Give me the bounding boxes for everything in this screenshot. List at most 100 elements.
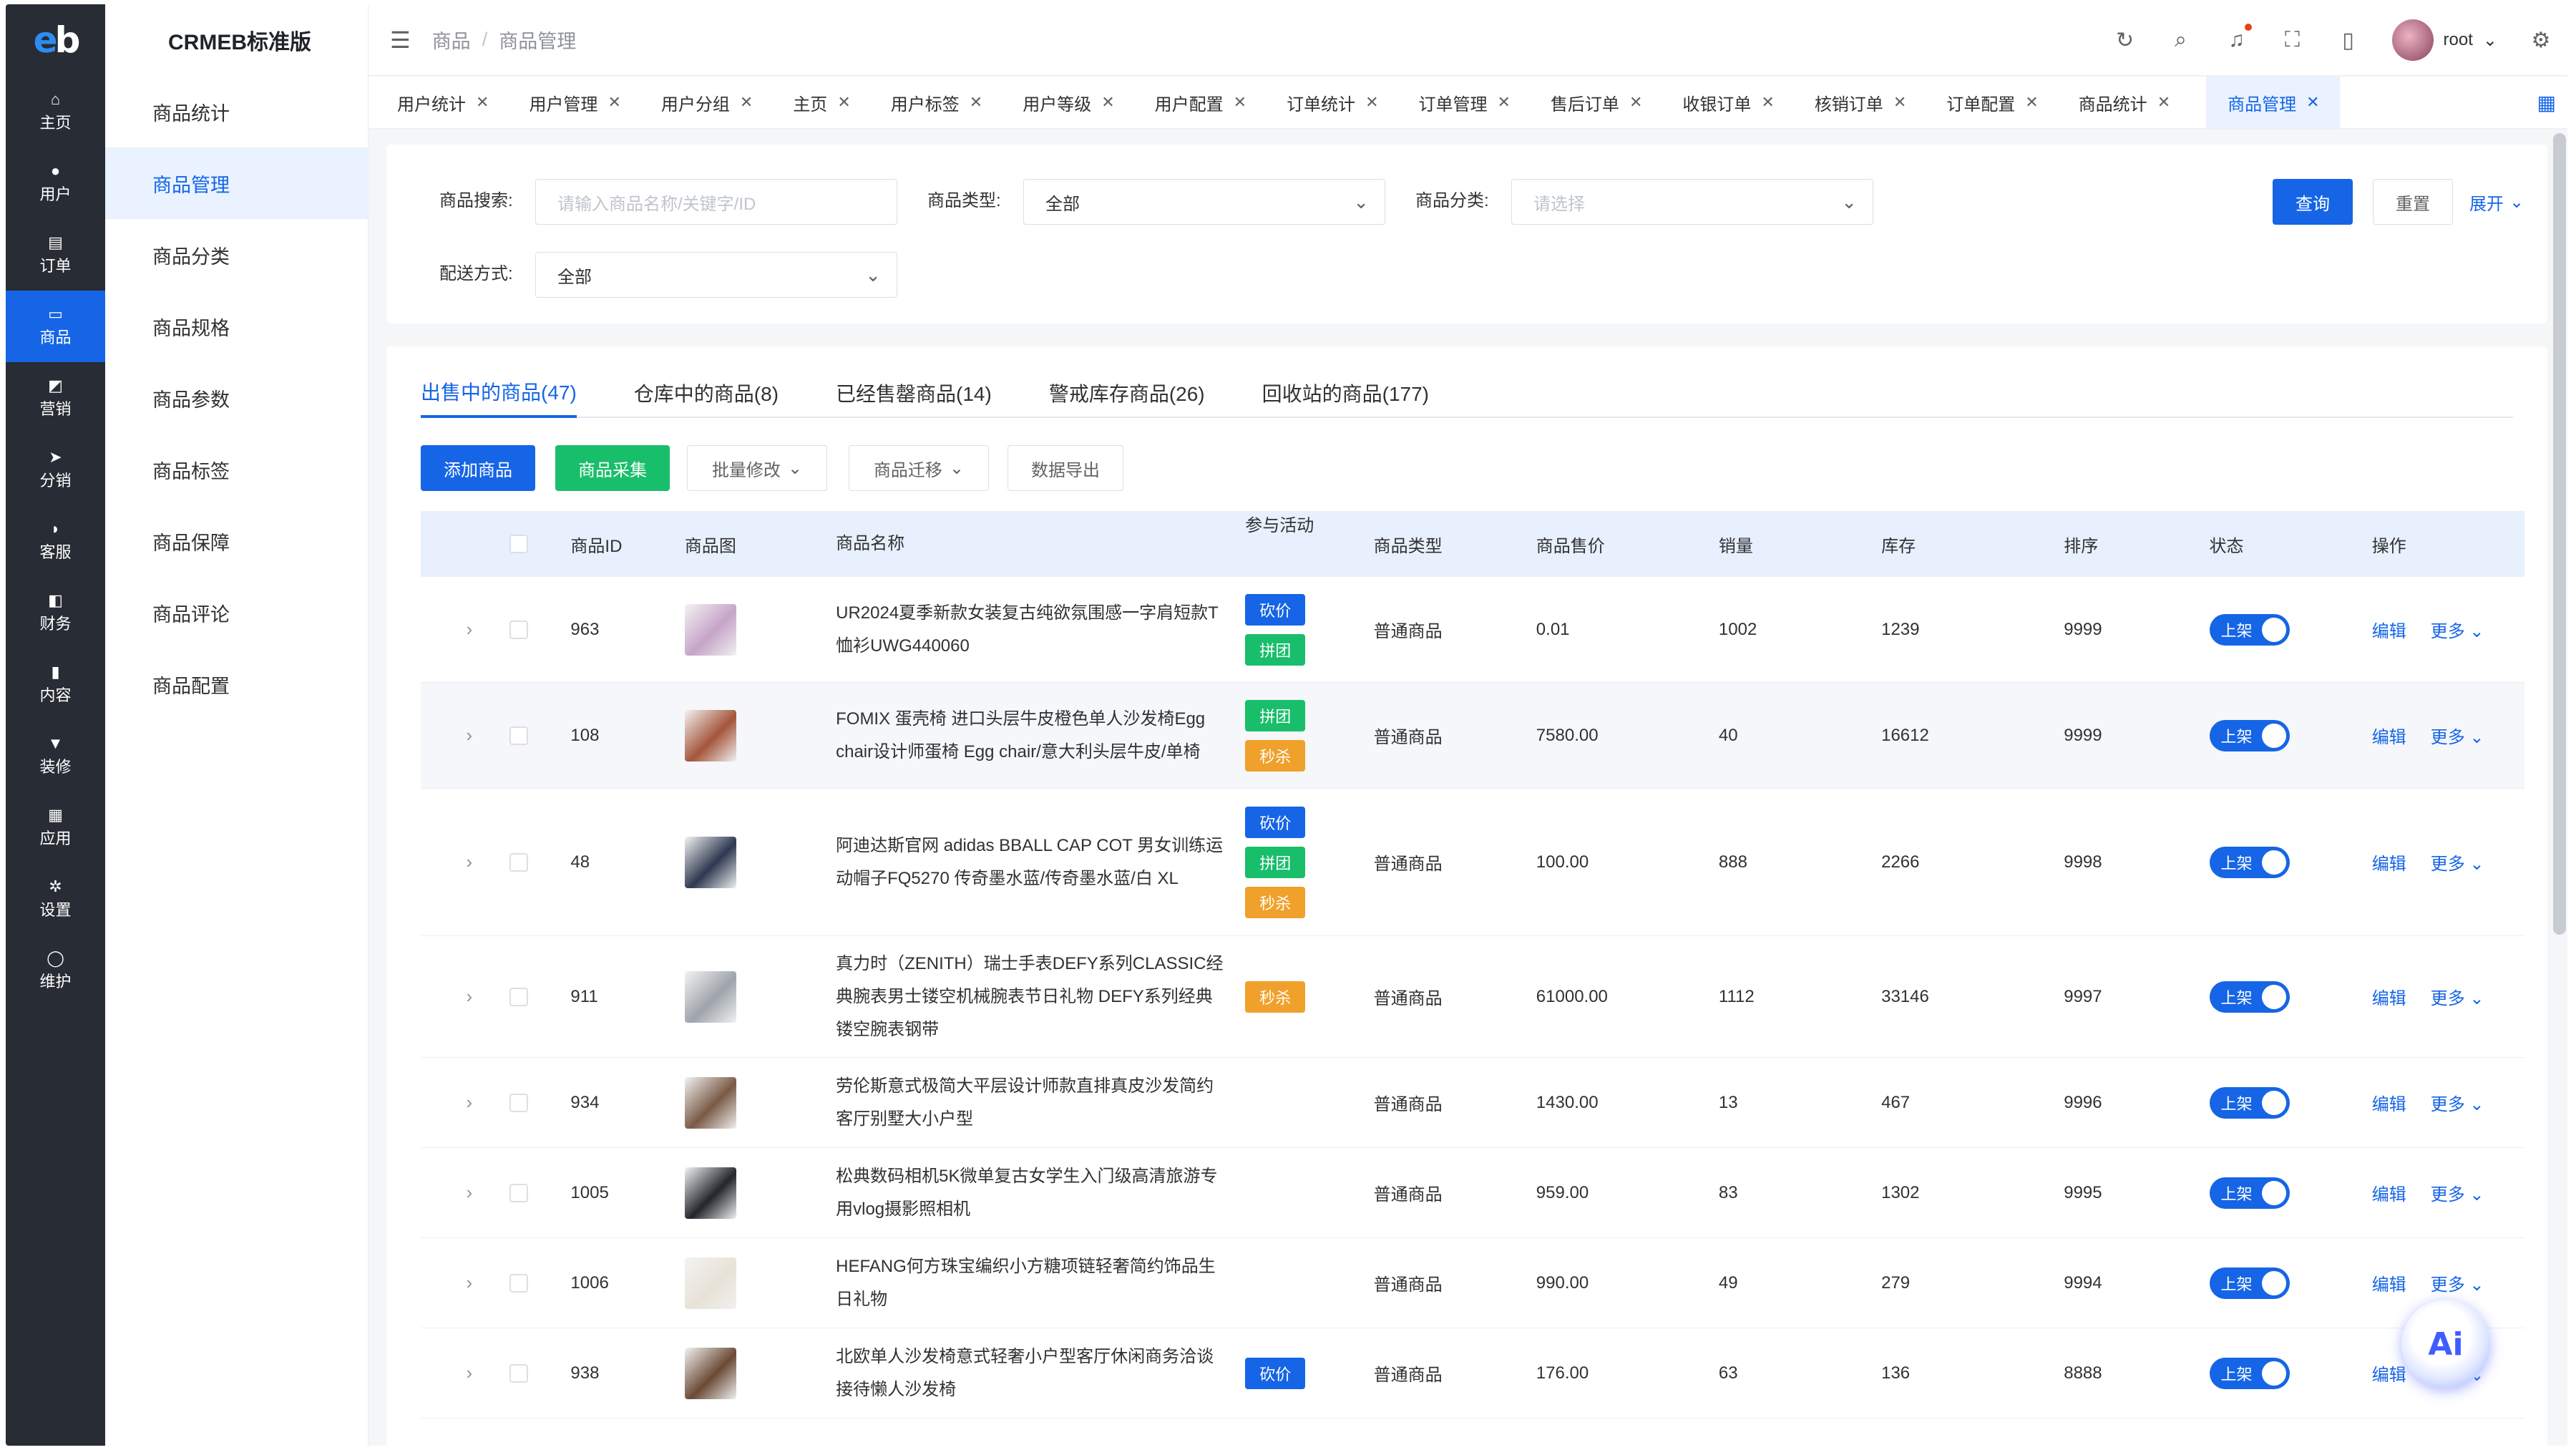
open-tab-tag[interactable]: 核销订单 ✕ bbox=[1815, 77, 1926, 128]
nav-item-marketing[interactable]: ◩ 营销 bbox=[6, 362, 105, 434]
close-icon[interactable]: ✕ bbox=[970, 93, 982, 112]
submenu-item[interactable]: 商品管理 bbox=[105, 147, 368, 219]
close-icon[interactable]: ✕ bbox=[476, 93, 489, 112]
status-toggle[interactable]: 上架 bbox=[2209, 1177, 2290, 1209]
nav-item-apps[interactable]: ▦ 应用 bbox=[6, 792, 105, 863]
more-dropdown[interactable]: 更多 ⌄ bbox=[2431, 617, 2484, 642]
row-checkbox[interactable] bbox=[509, 1363, 528, 1383]
open-tab-tag[interactable]: 商品管理 ✕ bbox=[2206, 77, 2340, 128]
page-scrollbar[interactable] bbox=[2553, 133, 2566, 935]
close-icon[interactable]: ✕ bbox=[2306, 93, 2319, 112]
close-icon[interactable]: ✕ bbox=[837, 93, 850, 112]
collect-goods-button[interactable]: 商品采集 bbox=[555, 445, 670, 491]
settings-gear-icon[interactable]: ⚙ bbox=[2529, 28, 2553, 53]
goods-tab[interactable]: 回收站的商品(177) bbox=[1262, 368, 1429, 418]
type-select[interactable]: 全部 ⌄ bbox=[1023, 179, 1385, 225]
close-icon[interactable]: ✕ bbox=[1893, 93, 1906, 112]
table-row[interactable]: › 934 劳伦斯意式极简大平层设计师款直排真皮沙发简约客厅别墅大小户型 普通商品 14… bbox=[421, 1058, 2524, 1148]
migrate-goods-button[interactable]: 商品迁移 ⌄ bbox=[849, 445, 989, 491]
open-tab-tag[interactable]: 商品统计 ✕ bbox=[2079, 77, 2190, 128]
status-toggle[interactable]: 上架 bbox=[2209, 613, 2290, 646]
reset-button[interactable]: 重置 bbox=[2373, 179, 2453, 225]
edit-link[interactable]: 编辑 bbox=[2372, 1180, 2406, 1205]
more-dropdown[interactable]: 更多 ⌄ bbox=[2431, 1180, 2484, 1205]
status-toggle[interactable]: 上架 bbox=[2209, 1086, 2290, 1119]
goods-tab[interactable]: 出售中的商品(47) bbox=[421, 368, 577, 418]
submenu-item[interactable]: 商品统计 bbox=[105, 76, 368, 147]
nav-item-service[interactable]: ◗ 客服 bbox=[6, 505, 105, 577]
close-icon[interactable]: ✕ bbox=[2025, 93, 2038, 112]
more-dropdown[interactable]: 更多 ⌄ bbox=[2431, 1090, 2484, 1115]
add-goods-button[interactable]: 添加商品 bbox=[421, 445, 535, 491]
submenu-item[interactable]: 商品参数 bbox=[105, 362, 368, 434]
open-tab-tag[interactable]: 用户等级 ✕ bbox=[1023, 77, 1134, 128]
mobile-preview-icon[interactable]: ▯ bbox=[2336, 28, 2361, 53]
goods-thumbnail[interactable] bbox=[684, 1257, 736, 1309]
submenu-item[interactable]: 商品标签 bbox=[105, 434, 368, 505]
close-icon[interactable]: ✕ bbox=[1629, 93, 1642, 112]
nav-item-user[interactable]: ● 用户 bbox=[6, 147, 105, 219]
refresh-icon[interactable]: ↻ bbox=[2113, 28, 2137, 53]
row-checkbox[interactable] bbox=[509, 1183, 528, 1202]
breadcrumb-item[interactable]: 商品 bbox=[432, 26, 471, 54]
goods-tab[interactable]: 警戒库存商品(26) bbox=[1049, 368, 1205, 418]
close-icon[interactable]: ✕ bbox=[740, 93, 753, 112]
submenu-item[interactable]: 商品规格 bbox=[105, 291, 368, 362]
goods-tab[interactable]: 已经售罄商品(14) bbox=[836, 368, 992, 418]
open-tab-tag[interactable]: 订单统计 ✕ bbox=[1287, 77, 1398, 128]
expand-button[interactable]: 展开 ⌄ bbox=[2464, 179, 2529, 225]
table-row[interactable]: › 108 FOMIX 蛋壳椅 进口头层牛皮橙色单人沙发椅Egg chair设计师蛋… bbox=[421, 683, 2524, 789]
goods-thumbnail[interactable] bbox=[684, 836, 736, 888]
open-tab-tag[interactable]: 收银订单 ✕ bbox=[1682, 77, 1794, 128]
row-checkbox[interactable] bbox=[509, 987, 528, 1006]
close-icon[interactable]: ✕ bbox=[1365, 93, 1378, 112]
query-button[interactable]: 查询 bbox=[2273, 179, 2353, 225]
more-dropdown[interactable]: 更多 ⌄ bbox=[2431, 850, 2484, 875]
row-checkbox[interactable] bbox=[509, 1273, 528, 1293]
nav-item-finance[interactable]: ◧ 财务 bbox=[6, 577, 105, 648]
goods-thumbnail[interactable] bbox=[684, 709, 736, 762]
keyword-input[interactable]: 请输入商品名称/关键字/ID bbox=[535, 179, 897, 225]
nav-item-order[interactable]: ▤ 订单 bbox=[6, 219, 105, 291]
submenu-item[interactable]: 商品配置 bbox=[105, 648, 368, 720]
expand-row-icon[interactable]: › bbox=[421, 724, 499, 746]
batch-edit-button[interactable]: 批量修改 ⌄ bbox=[687, 445, 827, 491]
expand-row-icon[interactable]: › bbox=[421, 1182, 499, 1204]
goods-thumbnail[interactable] bbox=[684, 1167, 736, 1219]
table-row[interactable]: › 48 阿迪达斯官网 adidas BBALL CAP COT 男女训练运动帽子F… bbox=[421, 789, 2524, 936]
open-tab-tag[interactable]: 用户标签 ✕ bbox=[891, 77, 1002, 128]
fullscreen-icon[interactable]: ⛶ bbox=[2280, 28, 2305, 52]
expand-row-icon[interactable]: › bbox=[421, 1091, 499, 1114]
open-tab-tag[interactable]: 用户统计 ✕ bbox=[397, 77, 509, 128]
table-row[interactable]: › 911 真力时（ZENITH）瑞士手表DEFY系列CLASSIC经典腕表男士镂空… bbox=[421, 936, 2524, 1058]
row-checkbox[interactable] bbox=[509, 726, 528, 745]
tags-menu-icon[interactable]: ▦ bbox=[2537, 91, 2556, 115]
close-icon[interactable]: ✕ bbox=[1761, 93, 1774, 112]
export-data-button[interactable]: 数据导出 bbox=[1008, 445, 1123, 491]
edit-link[interactable]: 编辑 bbox=[2372, 723, 2406, 748]
bell-icon[interactable]: ♫ bbox=[2225, 24, 2252, 52]
search-icon[interactable]: ⌕ bbox=[2169, 28, 2193, 52]
user-menu[interactable]: root ⌄ bbox=[2391, 19, 2497, 61]
close-icon[interactable]: ✕ bbox=[1101, 93, 1114, 112]
select-all-checkbox[interactable] bbox=[509, 535, 528, 553]
submenu-item[interactable]: 商品分类 bbox=[105, 219, 368, 291]
status-toggle[interactable]: 上架 bbox=[2209, 1267, 2290, 1299]
edit-link[interactable]: 编辑 bbox=[2372, 850, 2406, 875]
status-toggle[interactable]: 上架 bbox=[2209, 1357, 2290, 1389]
table-row[interactable]: › 1006 HEFANG何方珠宝编织小方糖项链轻奢简约饰品生日礼物 普通商品 990.… bbox=[421, 1238, 2524, 1328]
nav-item-settings[interactable]: ✲ 设置 bbox=[6, 863, 105, 935]
edit-link[interactable]: 编辑 bbox=[2372, 1361, 2406, 1386]
nav-item-maintain[interactable]: ◯ 维护 bbox=[6, 935, 105, 1006]
table-row[interactable]: › 963 UR2024夏季新款女装复古纯欲氛围感一字肩短款T恤衫UWG440060… bbox=[421, 577, 2524, 683]
open-tab-tag[interactable]: 售后订单 ✕ bbox=[1551, 77, 1662, 128]
open-tab-tag[interactable]: 主页 ✕ bbox=[793, 77, 870, 128]
nav-item-goods[interactable]: ▭ 商品 bbox=[6, 291, 105, 362]
edit-link[interactable]: 编辑 bbox=[2372, 984, 2406, 1009]
ai-assistant-button[interactable]: Ai bbox=[2401, 1300, 2490, 1388]
submenu-item[interactable]: 商品保障 bbox=[105, 505, 368, 577]
nav-item-content[interactable]: ▮ 内容 bbox=[6, 648, 105, 720]
table-row[interactable]: › 1005 松典数码相机5K微单复古女学生入门级高清旅游专用vlog摄影照相机 普通… bbox=[421, 1148, 2524, 1238]
open-tab-tag[interactable]: 用户管理 ✕ bbox=[529, 77, 640, 128]
open-tab-tag[interactable]: 订单管理 ✕ bbox=[1419, 77, 1531, 128]
